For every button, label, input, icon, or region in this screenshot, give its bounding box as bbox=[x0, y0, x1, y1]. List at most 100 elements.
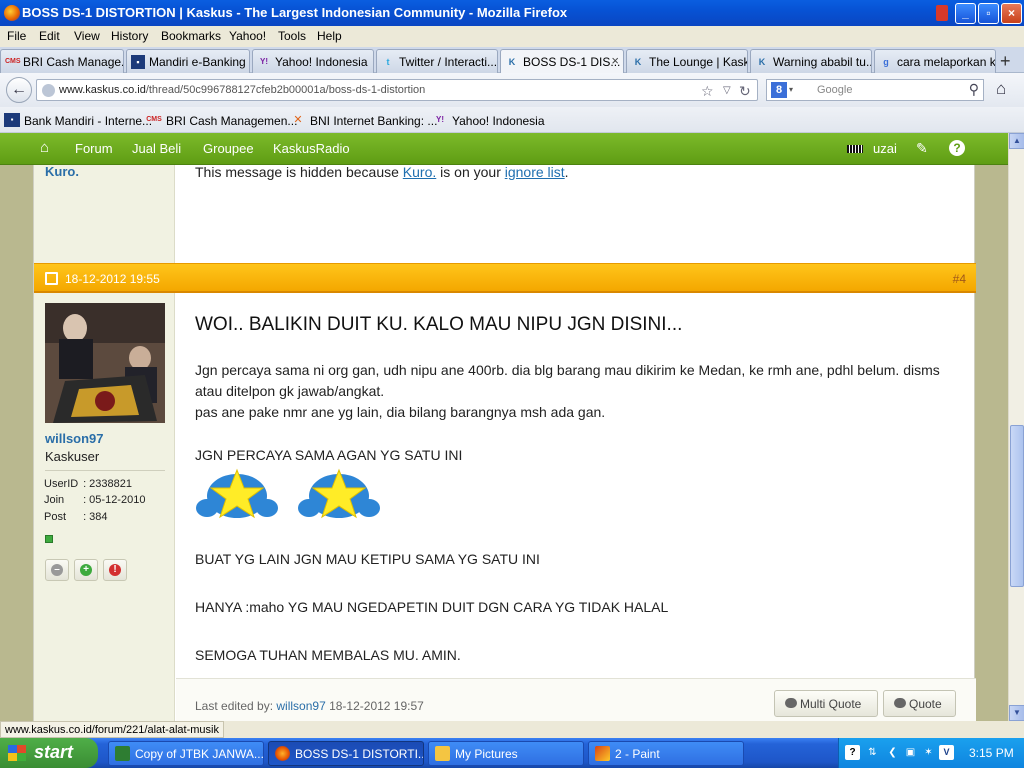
post-author-rank: Kaskuser bbox=[45, 449, 100, 464]
help-icon[interactable]: ? bbox=[949, 140, 965, 156]
tab-boss-ds1[interactable]: K BOSS DS-1 DIS... × bbox=[500, 49, 624, 74]
site-identity-icon[interactable] bbox=[42, 84, 55, 97]
home-icon[interactable]: ⌂ bbox=[40, 139, 49, 156]
warning-icon: ! bbox=[109, 564, 121, 576]
multi-quote-button[interactable]: Multi Quote bbox=[774, 690, 878, 717]
status-link-preview: www.kaskus.co.id/forum/221/alat-alat-mus… bbox=[0, 721, 224, 738]
post-author-name[interactable]: willson97 bbox=[45, 431, 104, 446]
scroll-down-icon[interactable]: ▼ bbox=[1009, 705, 1024, 721]
avatar[interactable] bbox=[45, 303, 165, 423]
menu-bookmarks[interactable]: Bookmarks bbox=[161, 29, 221, 43]
back-arrow-icon: ← bbox=[11, 81, 27, 98]
minimize-button[interactable]: _ bbox=[955, 3, 976, 24]
post-header: 18-12-2012 19:55 #4 bbox=[34, 263, 976, 293]
bookmark-label: Yahoo! Indonesia bbox=[452, 114, 545, 128]
close-button[interactable]: × bbox=[1001, 3, 1022, 24]
tab-label: The Lounge | Kask... bbox=[649, 55, 747, 69]
star-icon[interactable]: ✶ bbox=[921, 745, 936, 760]
clock[interactable]: 3:15 PM bbox=[969, 746, 1014, 760]
volume-icon[interactable]: V bbox=[939, 745, 954, 760]
reload-icon[interactable]: ↻ bbox=[739, 83, 751, 100]
cms-icon: CMS bbox=[5, 58, 21, 65]
history-dropdown-icon[interactable]: ▽ bbox=[723, 85, 731, 96]
search-placeholder: Google bbox=[817, 84, 853, 96]
menu-view[interactable]: View bbox=[74, 29, 100, 43]
windows-logo-icon bbox=[8, 745, 26, 761]
vertical-scrollbar[interactable]: ▲ ▼ bbox=[1008, 133, 1024, 721]
report-post-button[interactable]: ! bbox=[103, 559, 127, 581]
url-path: /thread/50c996788127cfeb2b00001a/boss-ds… bbox=[145, 84, 426, 96]
url-bar[interactable]: www.kaskus.co.id/thread/50c996788127cfeb… bbox=[36, 79, 758, 101]
menu-yahoo[interactable]: Yahoo! bbox=[229, 29, 266, 43]
post-text-line: HANYA :maho YG MAU NGEDAPETIN DUIT DGN C… bbox=[195, 599, 669, 615]
nav-kaskus-radio[interactable]: KaskusRadio bbox=[273, 141, 350, 156]
search-engine-dropdown-icon[interactable]: ▾ bbox=[789, 85, 793, 94]
restore-button[interactable]: ▫ bbox=[978, 3, 999, 24]
search-icon[interactable]: ⚲ bbox=[969, 81, 979, 98]
new-tab-icon[interactable]: + bbox=[1000, 51, 1011, 72]
scrollbar-thumb[interactable] bbox=[1010, 425, 1024, 587]
start-button[interactable]: start bbox=[0, 738, 98, 768]
network-icon[interactable]: ⇅ bbox=[865, 745, 880, 760]
scroll-up-icon[interactable]: ▲ bbox=[1009, 133, 1024, 149]
menu-tools[interactable]: Tools bbox=[278, 29, 306, 43]
back-button[interactable]: ← bbox=[6, 77, 32, 103]
nav-jual-beli[interactable]: Jual Beli bbox=[132, 141, 181, 156]
nav-groupee[interactable]: Groupee bbox=[203, 141, 254, 156]
post-select-checkbox[interactable] bbox=[45, 272, 58, 285]
back-arrow-icon[interactable]: ❮ bbox=[885, 745, 900, 760]
tab-close-icon[interactable]: × bbox=[611, 53, 619, 68]
info-value: : 384 bbox=[83, 511, 108, 523]
bookmark-bri-cash[interactable]: CMS BRI Cash Managemen... bbox=[146, 114, 297, 128]
tab-twitter[interactable]: t Twitter / Interacti... bbox=[376, 49, 498, 73]
hidden-user-link[interactable]: Kuro. bbox=[403, 164, 436, 180]
tab-warning[interactable]: K Warning ababil tu... bbox=[750, 49, 872, 73]
give-bad-reputation-button[interactable]: – bbox=[45, 559, 69, 581]
pencil-icon[interactable]: ✎ bbox=[916, 140, 928, 157]
navigation-bar: ← www.kaskus.co.id/thread/50c996788127cf… bbox=[0, 73, 1024, 107]
menu-file[interactable]: File bbox=[7, 29, 26, 43]
display-icon[interactable]: ▣ bbox=[903, 745, 918, 760]
google-search-engine-icon[interactable]: 8 bbox=[771, 82, 787, 98]
bookmark-bank-mandiri[interactable]: ▪ Bank Mandiri - Interne... bbox=[4, 113, 153, 128]
tab-yahoo[interactable]: Y! Yahoo! Indonesia bbox=[252, 49, 374, 73]
mandiri-icon: ▪ bbox=[4, 113, 20, 127]
bookmark-bni[interactable]: ✕ BNI Internet Banking: ... bbox=[290, 114, 437, 128]
task-excel[interactable]: Copy of JTBK JANWA... bbox=[108, 741, 264, 766]
quote-button[interactable]: Quote bbox=[883, 690, 956, 717]
tab-the-lounge[interactable]: K The Lounge | Kask... bbox=[626, 49, 748, 73]
last-edited-date: 18-12-2012 19:57 bbox=[325, 699, 424, 713]
post-number[interactable]: #4 bbox=[953, 272, 966, 286]
task-firefox[interactable]: BOSS DS-1 DISTORTI... bbox=[268, 741, 424, 766]
task-label: BOSS DS-1 DISTORTI... bbox=[295, 747, 424, 761]
addon-icon[interactable] bbox=[936, 5, 948, 21]
task-label: My Pictures bbox=[455, 747, 518, 761]
bookmarks-toolbar: ▪ Bank Mandiri - Interne... CMS BRI Cash… bbox=[0, 107, 1024, 133]
search-input[interactable]: 8 ▾ Google ⚲ bbox=[766, 79, 984, 101]
last-edited-user[interactable]: willson97 bbox=[276, 699, 325, 713]
kaskus-icon: K bbox=[508, 57, 516, 67]
task-paint[interactable]: 2 - Paint bbox=[588, 741, 744, 766]
info-key: Post bbox=[44, 511, 67, 523]
tab-cara-melaporkan[interactable]: g cara melaporkan k... bbox=[874, 49, 996, 73]
help-icon[interactable]: ? bbox=[845, 745, 860, 760]
give-reputation-button[interactable]: + bbox=[74, 559, 98, 581]
tab-mandiri[interactable]: ▪ Mandiri e-Banking ... bbox=[126, 49, 250, 73]
nav-username[interactable]: uzai bbox=[873, 141, 897, 156]
system-tray: ? ⇅ ❮ ▣ ✶ V 3:15 PM bbox=[838, 738, 1024, 768]
bookmark-star-icon[interactable]: ☆ bbox=[701, 83, 714, 100]
menu-help[interactable]: Help bbox=[317, 29, 342, 43]
hidden-msg-text: This message is hidden because bbox=[195, 164, 403, 180]
task-my-pictures[interactable]: My Pictures bbox=[428, 741, 584, 766]
hidden-post-username[interactable]: Kuro. bbox=[45, 164, 79, 179]
nav-forum[interactable]: Forum bbox=[75, 141, 113, 156]
bookmark-label: Bank Mandiri - Interne... bbox=[24, 114, 153, 128]
home-icon[interactable]: ⌂ bbox=[996, 79, 1006, 99]
bookmark-yahoo[interactable]: Y! Yahoo! Indonesia bbox=[432, 114, 545, 128]
menu-edit[interactable]: Edit bbox=[39, 29, 60, 43]
ignore-list-link[interactable]: ignore list bbox=[505, 164, 565, 180]
post-footer: Last edited by: willson97 18-12-2012 19:… bbox=[176, 678, 976, 721]
window-title-bar: BOSS DS-1 DISTORTION | Kaskus - The Larg… bbox=[0, 0, 1024, 26]
menu-history[interactable]: History bbox=[111, 29, 148, 43]
tab-bri-cash[interactable]: CMS BRI Cash Manage... bbox=[0, 49, 124, 73]
